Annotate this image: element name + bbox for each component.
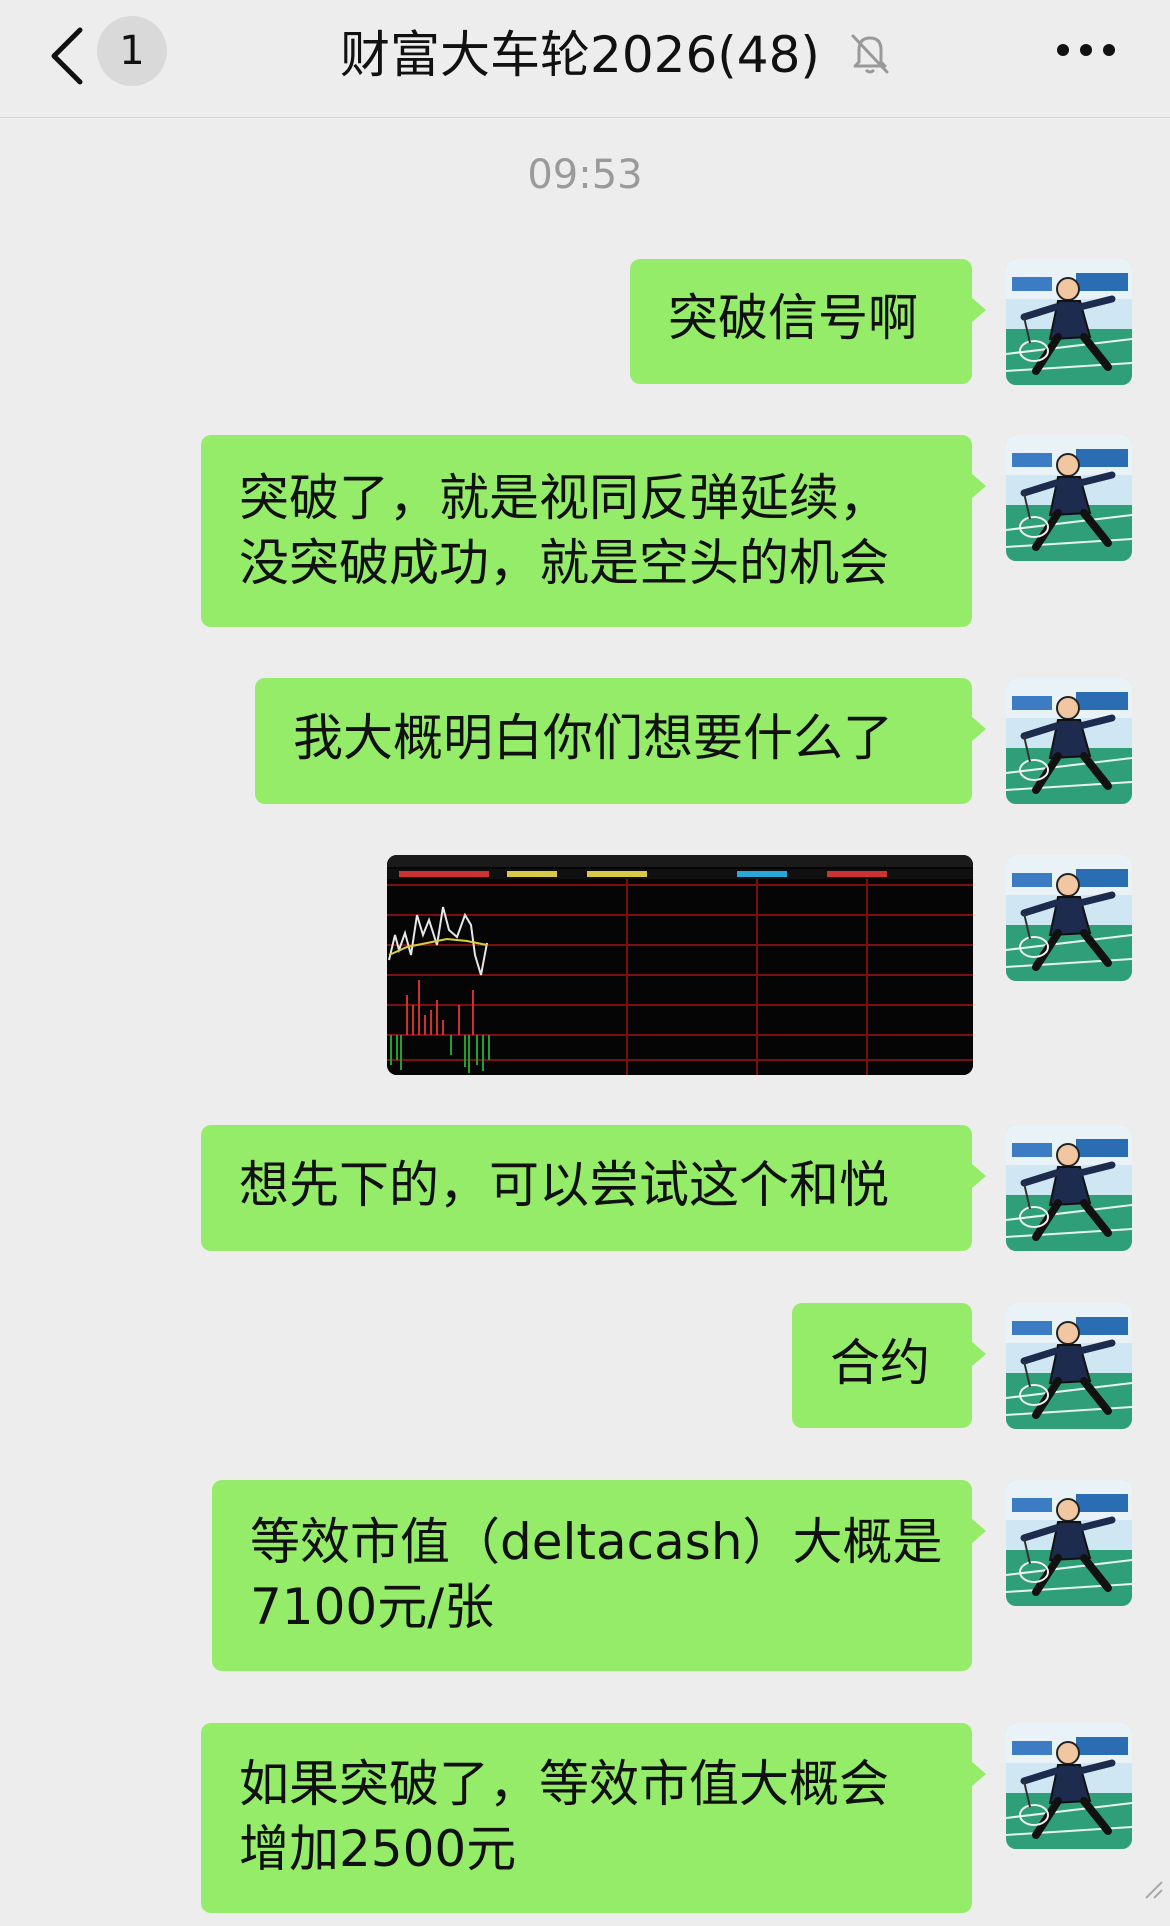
avatar[interactable]	[1006, 1480, 1132, 1606]
avatar-image	[1006, 1480, 1132, 1606]
message-row: 突破了，就是视同反弹延续， 没突破成功，就是空头的机会	[0, 435, 1170, 628]
chevron-left-icon	[51, 27, 83, 85]
avatar-image	[1006, 1723, 1132, 1849]
avatar-image	[1006, 1303, 1132, 1429]
bell-off-icon	[845, 28, 895, 78]
avatar[interactable]	[1006, 1303, 1132, 1429]
avatar[interactable]	[1006, 1723, 1132, 1849]
avatar[interactable]	[1006, 259, 1132, 385]
message-bubble[interactable]: 如果突破了，等效市值大概会 增加2500元	[201, 1723, 986, 1913]
avatar[interactable]	[1006, 435, 1132, 561]
scroll-corner-icon	[1142, 1878, 1166, 1902]
message-bubble[interactable]: 想先下的，可以尝试这个和悦	[201, 1125, 986, 1251]
avatar[interactable]	[1006, 1125, 1132, 1251]
avatar-image	[1006, 259, 1132, 385]
message-timestamp: 09:53	[527, 152, 643, 198]
avatar-image	[1006, 1125, 1132, 1251]
message-row: 想先下的，可以尝试这个和悦	[0, 1125, 1170, 1252]
chat-header: 1 财富大车轮2026(48)	[0, 0, 1170, 118]
message-bubble[interactable]: 合约	[792, 1303, 986, 1428]
message-bubble[interactable]: 等效市值（deltacash）大概是 7100元/张	[212, 1480, 986, 1671]
message-bubble[interactable]: 突破了，就是视同反弹延续， 没突破成功，就是空头的机会	[201, 435, 986, 627]
stock-chart-image[interactable]	[387, 855, 973, 1075]
more-options-button[interactable]	[1055, 35, 1117, 65]
message-row	[0, 855, 1170, 1075]
message-row: 合约	[0, 1303, 1170, 1430]
message-bubble[interactable]: 我大概明白你们想要什么了	[255, 678, 986, 804]
avatar-image	[1006, 435, 1132, 561]
avatar[interactable]	[1006, 678, 1132, 804]
avatar-image	[1006, 678, 1132, 804]
avatar-image	[1006, 855, 1132, 981]
message-row: 突破信号啊	[0, 259, 1170, 386]
more-dots-icon	[1057, 44, 1115, 56]
message-row: 如果突破了，等效市值大概会 增加2500元	[0, 1723, 1170, 1917]
message-bubble[interactable]: 突破信号啊	[630, 259, 986, 384]
message-row: 我大概明白你们想要什么了	[0, 678, 1170, 805]
chat-title: 财富大车轮2026(48)	[340, 26, 820, 84]
unread-count-badge[interactable]: 1	[97, 16, 167, 86]
back-button[interactable]	[40, 22, 100, 92]
message-row: 等效市值（deltacash）大概是 7100元/张	[0, 1480, 1170, 1674]
avatar[interactable]	[1006, 855, 1132, 981]
